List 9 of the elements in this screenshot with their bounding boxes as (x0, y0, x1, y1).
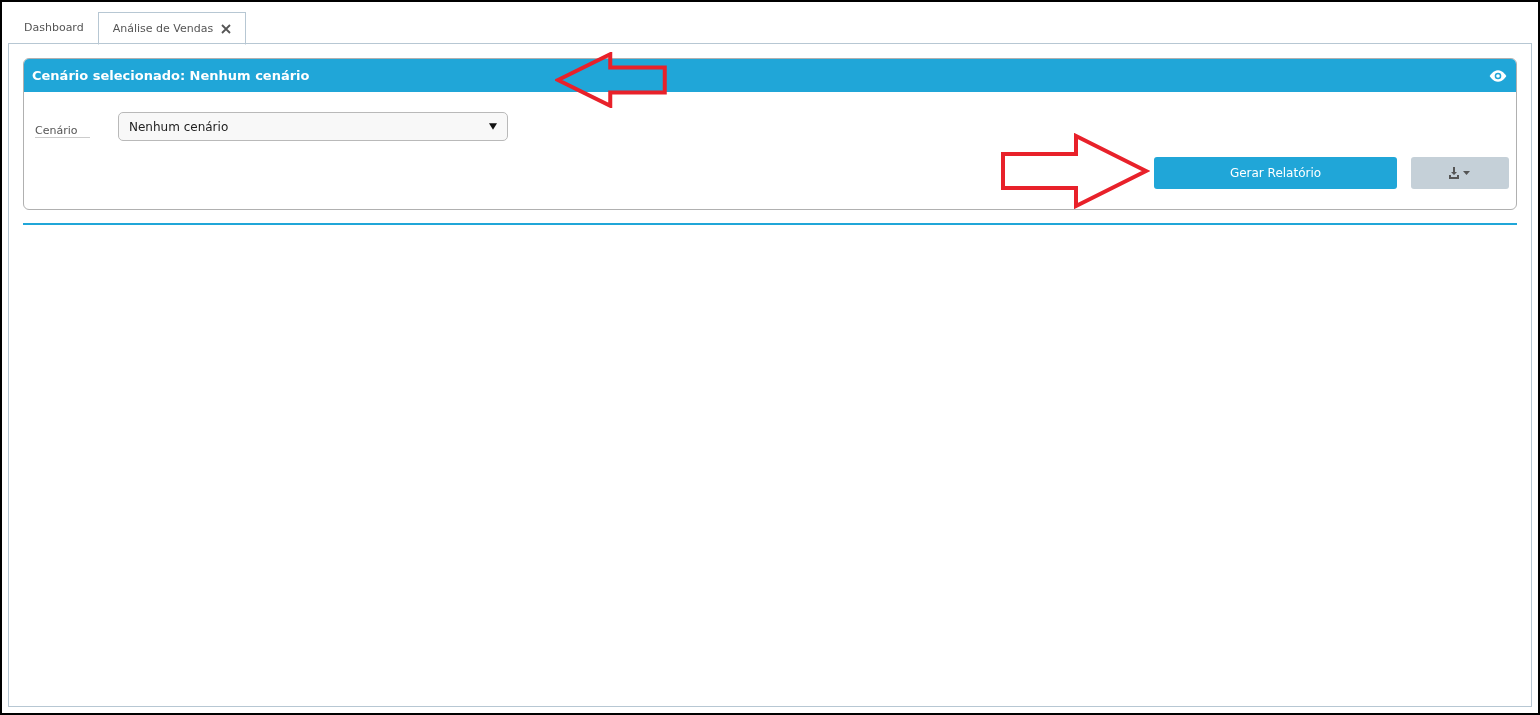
card-title: Cenário selecionado: Nenhum cenário (32, 68, 310, 83)
eye-icon[interactable] (1488, 68, 1508, 83)
field-label: Cenário (35, 115, 90, 138)
download-icon (1449, 167, 1471, 179)
scenario-dropdown[interactable]: Nenhum cenário (118, 112, 508, 141)
caret-icon (489, 123, 497, 130)
close-icon[interactable] (221, 23, 232, 34)
tab[interactable]: Dashboard (10, 12, 98, 42)
tab[interactable]: Análise de Vendas (97, 12, 247, 45)
